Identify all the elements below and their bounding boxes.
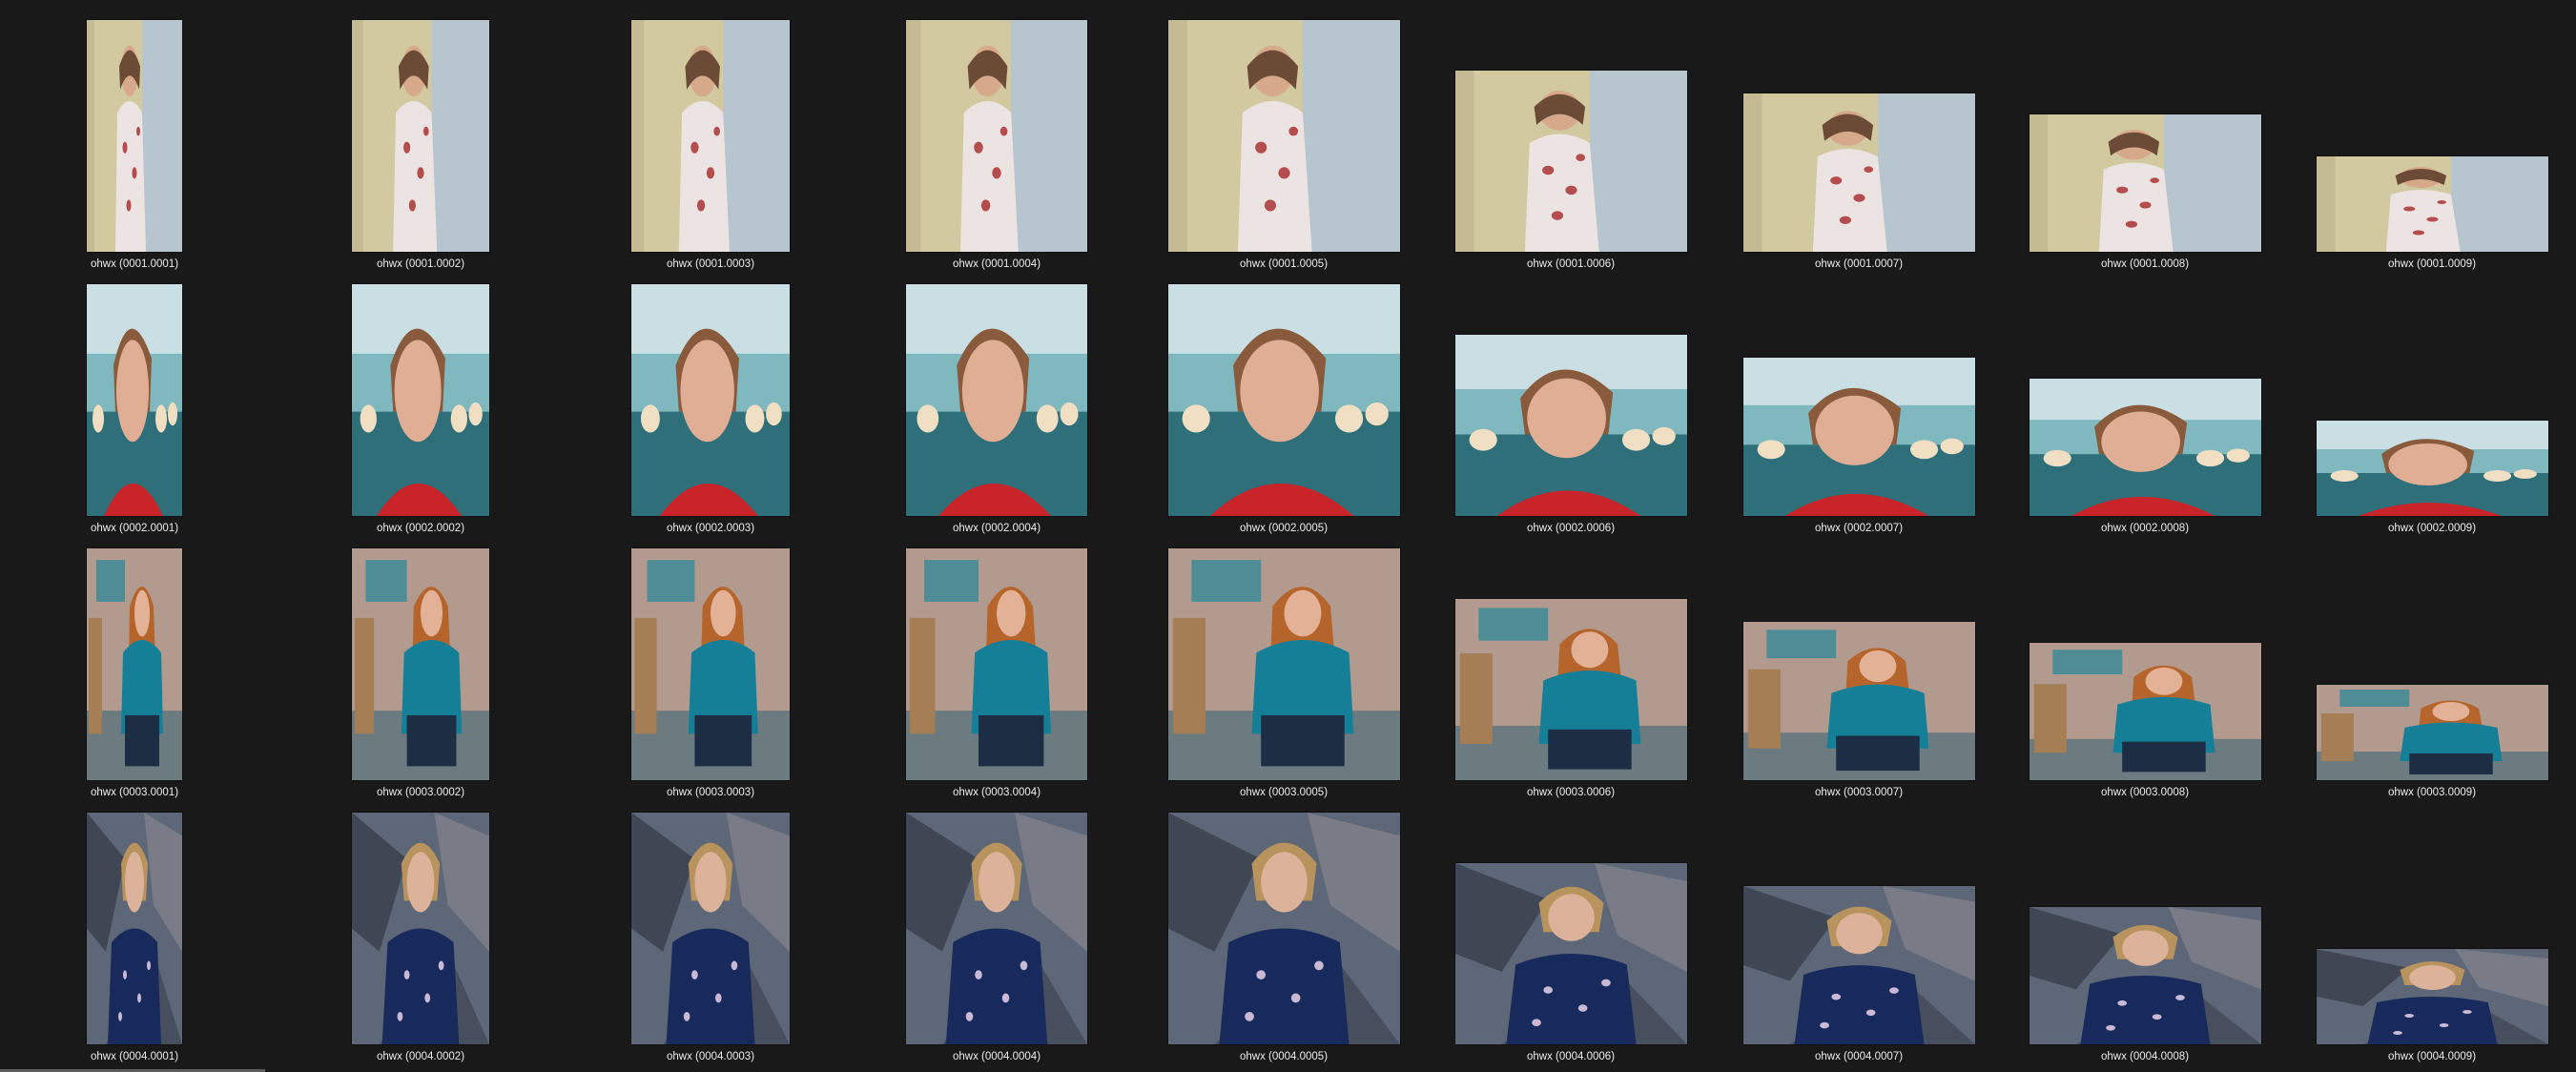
file-name-label: ohwx (0004.0005) (1239, 1051, 1329, 1062)
image-thumbnail[interactable] (2029, 379, 2261, 516)
image-thumbnail[interactable] (2029, 907, 2261, 1044)
file-name-label: ohwx (0003.0006) (1526, 787, 1616, 798)
image-thumbnail[interactable] (631, 813, 790, 1044)
image-thumbnail[interactable] (2316, 949, 2548, 1044)
image-thumbnail[interactable] (1454, 863, 1687, 1044)
image-thumbnail[interactable] (352, 284, 489, 516)
image-thumbnail[interactable] (1742, 886, 1975, 1044)
image-thumbnail[interactable] (1167, 20, 1400, 252)
file-name-label: ohwx (0004.0006) (1526, 1051, 1616, 1062)
image-thumbnail[interactable] (631, 548, 790, 780)
file-name-label: ohwx (0001.0003) (666, 258, 755, 270)
image-thumbnail[interactable] (906, 20, 1087, 252)
file-name-label: ohwx (0004.0007) (1814, 1051, 1904, 1062)
file-name-label: ohwx (0004.0003) (666, 1051, 755, 1062)
file-name-label: ohwx (0003.0002) (376, 787, 465, 798)
file-name-label: ohwx (0004.0004) (952, 1051, 1041, 1062)
file-name-label: ohwx (0002.0005) (1239, 523, 1329, 534)
image-thumbnail[interactable] (906, 284, 1087, 516)
image-thumbnail[interactable] (352, 813, 489, 1044)
image-thumbnail[interactable] (352, 548, 489, 780)
image-thumbnail[interactable] (1167, 284, 1400, 516)
file-name-label: ohwx (0002.0009) (2387, 523, 2477, 534)
image-thumbnail[interactable] (1454, 71, 1687, 252)
file-name-label: ohwx (0004.0002) (376, 1051, 465, 1062)
image-thumbnail[interactable] (2316, 421, 2548, 516)
file-name-label: ohwx (0001.0005) (1239, 258, 1329, 270)
file-name-label: ohwx (0003.0004) (952, 787, 1041, 798)
file-name-label: ohwx (0002.0003) (666, 523, 755, 534)
image-thumbnail[interactable] (631, 284, 790, 516)
image-thumbnail[interactable] (87, 813, 182, 1044)
file-name-label: ohwx (0004.0008) (2100, 1051, 2190, 1062)
image-thumbnail[interactable] (2316, 685, 2548, 780)
file-name-label: ohwx (0001.0006) (1526, 258, 1616, 270)
image-thumbnail[interactable] (1167, 548, 1400, 780)
image-thumbnail[interactable] (87, 20, 182, 252)
file-name-label: ohwx (0001.0007) (1814, 258, 1904, 270)
file-name-label: ohwx (0002.0004) (952, 523, 1041, 534)
file-name-label: ohwx (0002.0001) (90, 523, 179, 534)
file-name-label: ohwx (0002.0002) (376, 523, 465, 534)
image-thumbnail[interactable] (1742, 93, 1975, 252)
file-name-label: ohwx (0003.0008) (2100, 787, 2190, 798)
file-name-label: ohwx (0001.0001) (90, 258, 179, 270)
file-name-label: ohwx (0003.0001) (90, 787, 179, 798)
image-thumbnail[interactable] (1742, 358, 1975, 516)
file-name-label: ohwx (0001.0008) (2100, 258, 2190, 270)
file-name-label: ohwx (0003.0003) (666, 787, 755, 798)
thumbnail-grid: ohwx (0001.0001) ohwx (0001.0002) ohwx (… (0, 0, 2576, 1072)
file-name-label: ohwx (0002.0008) (2100, 523, 2190, 534)
file-name-label: ohwx (0004.0001) (90, 1051, 179, 1062)
image-thumbnail[interactable] (631, 20, 790, 252)
file-name-label: ohwx (0003.0009) (2387, 787, 2477, 798)
image-thumbnail[interactable] (1454, 599, 1687, 780)
image-thumbnail[interactable] (906, 813, 1087, 1044)
file-name-label: ohwx (0003.0007) (1814, 787, 1904, 798)
image-thumbnail[interactable] (87, 284, 182, 516)
image-thumbnail[interactable] (2029, 114, 2261, 252)
image-thumbnail[interactable] (1742, 622, 1975, 780)
image-thumbnail[interactable] (352, 20, 489, 252)
file-name-label: ohwx (0002.0007) (1814, 523, 1904, 534)
image-thumbnail[interactable] (2029, 643, 2261, 780)
file-name-label: ohwx (0001.0002) (376, 258, 465, 270)
file-name-label: ohwx (0003.0005) (1239, 787, 1329, 798)
image-thumbnail[interactable] (87, 548, 182, 780)
image-thumbnail[interactable] (1167, 813, 1400, 1044)
file-name-label: ohwx (0001.0009) (2387, 258, 2477, 270)
image-thumbnail[interactable] (1454, 335, 1687, 516)
file-name-label: ohwx (0001.0004) (952, 258, 1041, 270)
image-thumbnail[interactable] (2316, 156, 2548, 252)
file-name-label: ohwx (0002.0006) (1526, 523, 1616, 534)
image-thumbnail[interactable] (906, 548, 1087, 780)
file-name-label: ohwx (0004.0009) (2387, 1051, 2477, 1062)
